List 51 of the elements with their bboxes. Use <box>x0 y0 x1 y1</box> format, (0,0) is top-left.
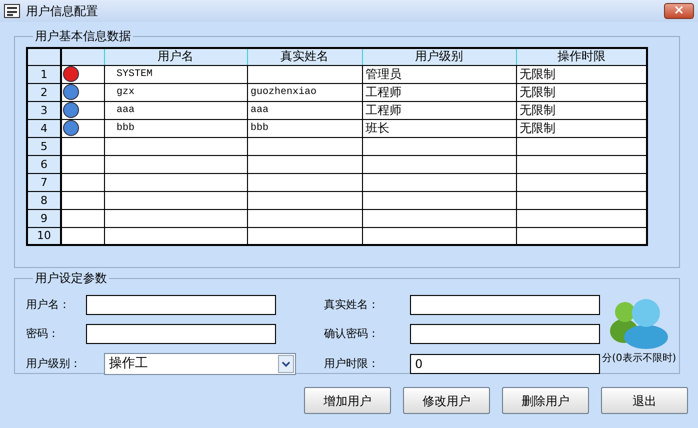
table-cell: 班长 <box>362 119 516 137</box>
table-cell: aaa <box>104 101 247 119</box>
table-cell: 工程师 <box>362 101 516 119</box>
row-number: 10 <box>27 227 61 245</box>
row-number: 3 <box>27 101 61 119</box>
group-title: 用户设定参数 <box>33 271 109 286</box>
action-button[interactable]: 退出 <box>601 387 688 414</box>
input-field[interactable] <box>410 295 600 315</box>
table-cell: aaa <box>247 101 362 119</box>
field-label: 真实姓名： <box>324 296 380 313</box>
table-cell: SYSTEM <box>104 65 247 83</box>
caret-icon[interactable] <box>278 355 294 373</box>
table-cell: bbb <box>104 119 247 137</box>
level-select[interactable]: 操作工 <box>104 353 296 375</box>
table-cell: gzx <box>104 83 247 101</box>
field-label: 确认密码： <box>324 326 380 342</box>
table-cell: guozhenxiao <box>247 83 362 101</box>
row-number: 1 <box>27 65 61 83</box>
table-cell: 无限制 <box>516 119 647 137</box>
action-button[interactable]: 增加用户 <box>304 387 391 414</box>
action-button[interactable]: 修改用户 <box>403 387 490 414</box>
input-field[interactable] <box>86 324 276 344</box>
column-header: 操作时限 <box>516 48 647 65</box>
action-button[interactable]: 删除用户 <box>502 387 589 414</box>
input-field[interactable] <box>410 324 600 344</box>
column-header: 用户名 <box>104 48 247 65</box>
row-number: 7 <box>27 173 61 191</box>
window-icon <box>4 4 20 18</box>
table-cell: 无限制 <box>516 101 647 119</box>
time-limit-note: 分(0表示不限时) <box>602 352 676 366</box>
field-label: 用户时限： <box>324 356 380 372</box>
row-number: 2 <box>27 83 61 101</box>
row-number: 6 <box>27 155 61 173</box>
field-label: 用户级别： <box>26 356 82 372</box>
row-number: 5 <box>27 137 61 155</box>
table-cell: bbb <box>247 119 362 137</box>
column-header: 真实姓名 <box>247 48 362 65</box>
input-field[interactable]: 0 <box>410 354 600 374</box>
field-label: 用户名： <box>26 296 71 313</box>
window-title: 用户信息配置 <box>26 3 98 20</box>
input-field[interactable] <box>86 295 276 315</box>
table-cell: 无限制 <box>516 83 647 101</box>
row-number: 9 <box>27 209 61 227</box>
row-number: 8 <box>27 191 61 209</box>
row-number: 4 <box>27 119 61 137</box>
table-cell: 管理员 <box>362 65 516 83</box>
column-header: 用户级别 <box>362 48 516 65</box>
field-label: 密码： <box>26 326 60 342</box>
table-cell: 工程师 <box>362 83 516 101</box>
group-title: 用户基本信息数据 <box>33 29 133 44</box>
table-cell: 无限制 <box>516 65 647 83</box>
